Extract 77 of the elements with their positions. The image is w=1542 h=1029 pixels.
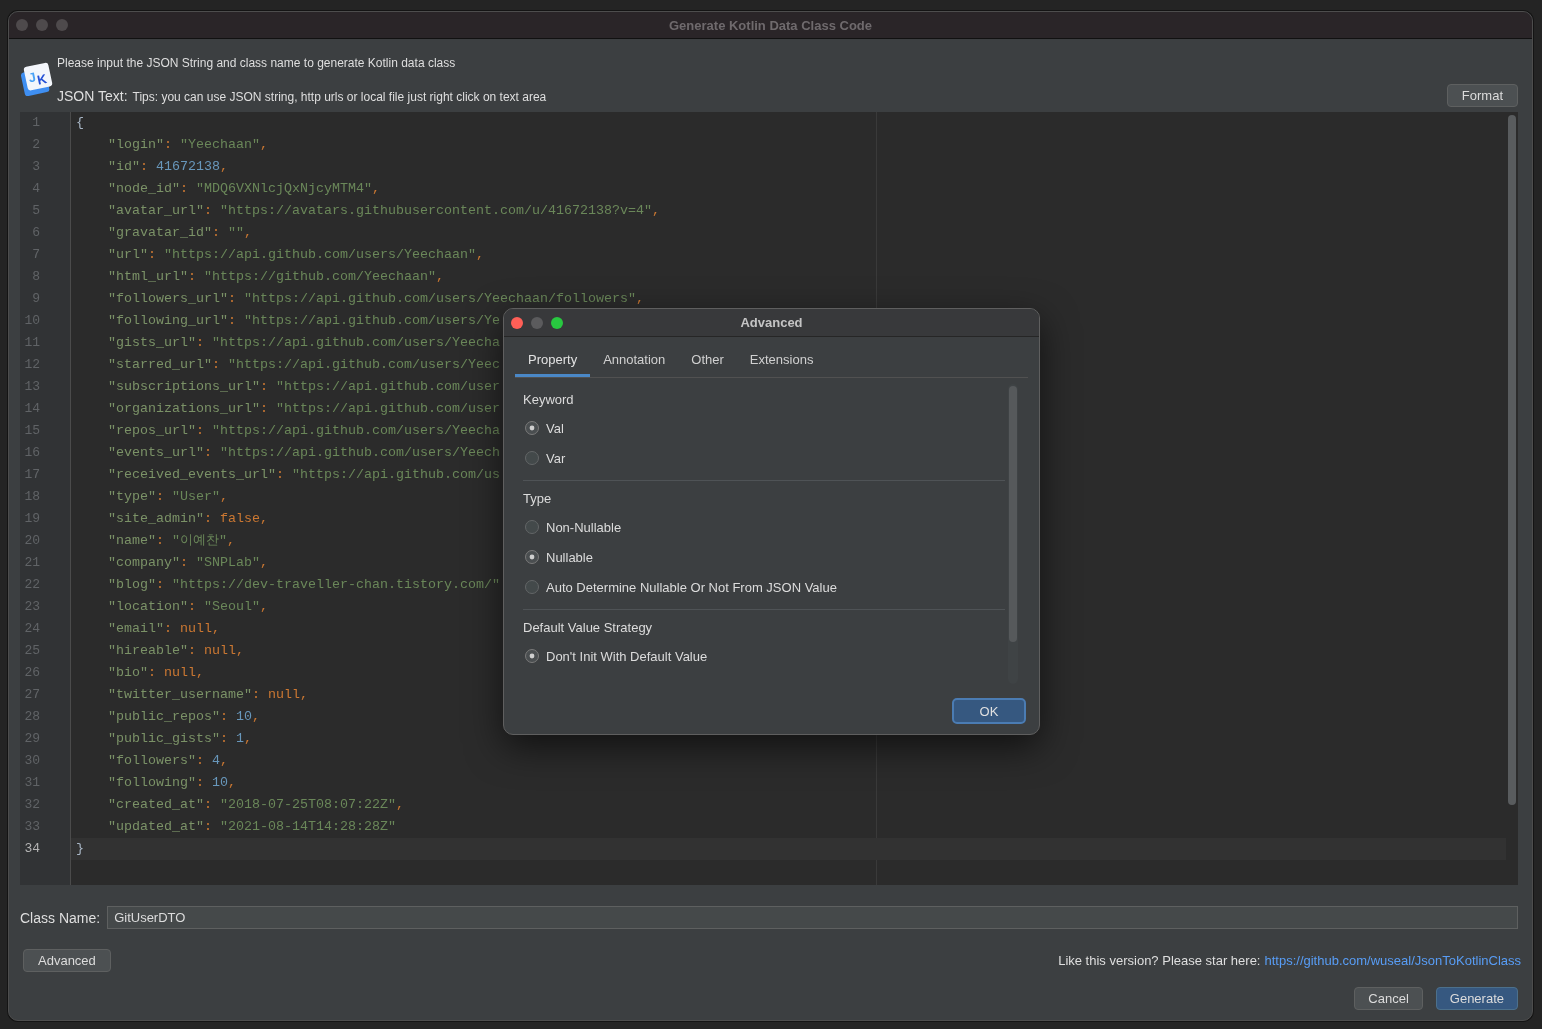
ok-button[interactable]: OK (952, 698, 1026, 724)
code-line: "login": "Yeechaan", (108, 137, 268, 153)
code-line: "following_url": "https://api.github.com/users/Ye (108, 313, 500, 329)
radio-icon[interactable] (525, 451, 539, 465)
code-line: "location": "Seoul", (108, 599, 268, 615)
tab[interactable]: Annotation (590, 341, 679, 377)
code-line: "name": "이예찬", (108, 533, 235, 549)
section-heading: Default Value Strategy (523, 619, 654, 637)
code-line: "url": "https://api.github.com/users/Yeechaan", (108, 247, 484, 263)
radio-option[interactable]: Val (523, 420, 564, 436)
code-line: "gists_url": "https://api.github.com/users/Yeecha (108, 335, 500, 351)
zoom-icon[interactable] (551, 316, 563, 329)
code-line: "html_url": "https://github.com/Yeechaan", (108, 269, 444, 285)
code-line: "repos_url": "https://api.github.com/users/Yeecha (108, 423, 500, 439)
code-line: "email": null, (108, 621, 220, 637)
code-line: "gravatar_id": "", (108, 225, 252, 241)
code-line: "node_id": "MDQ6VXNlcjQxNjcyMTM4", (108, 181, 380, 197)
instruction-text: Please input the JSON String and class name to generate Kotlin data class (57, 56, 457, 70)
radio-option[interactable]: Don't Init With Default Value (523, 648, 708, 664)
radio-option[interactable]: Non-Nullable (523, 519, 622, 535)
app-logo: J K (20, 62, 53, 96)
code-line: } (76, 841, 84, 857)
code-line: "public_gists": 1, (108, 731, 252, 747)
scrollbar-thumb[interactable] (1508, 115, 1516, 805)
dialog-title: Advanced (740, 315, 803, 330)
code-line: "public_repos": 10, (108, 709, 260, 725)
window-title: Generate Kotlin Data Class Code (669, 17, 872, 33)
json-text-label: JSON Text: (57, 88, 128, 104)
code-line: "twitter_username": null, (108, 687, 308, 703)
scrollbar-thumb[interactable] (1009, 386, 1017, 642)
tips-text: Tips: you can use JSON string, http urls or local file just right click on text area (132, 89, 547, 105)
tab[interactable]: Extensions (736, 341, 827, 377)
class-name-label: Class Name: (20, 909, 101, 926)
code-line: { (76, 115, 84, 131)
primary-button[interactable]: Generate (1435, 987, 1518, 1010)
close-icon[interactable] (16, 19, 28, 31)
code-line: "hireable": null, (108, 643, 244, 659)
format-button[interactable]: Format (1446, 84, 1518, 107)
scrollbar-track[interactable] (1008, 384, 1018, 684)
code-line: "bio": null, (108, 665, 204, 681)
minimize-icon[interactable] (36, 19, 48, 31)
close-icon[interactable] (511, 316, 523, 329)
code-line: "blog": "https://dev-traveller-chan.tistory.com/" (108, 577, 500, 593)
class-name-field[interactable]: GitUserDTO (107, 906, 1518, 929)
code-line: "received_events_url": "https://api.github.com/us (108, 467, 500, 483)
code-line: "id": 41672138, (108, 159, 228, 175)
radio-option[interactable]: Auto Determine Nullable Or Not From JSON Value (523, 579, 837, 595)
tab[interactable]: Other (678, 341, 737, 377)
radio-icon[interactable] (525, 580, 539, 594)
advanced-button[interactable]: Advanced (23, 949, 111, 972)
section-heading: Type (523, 490, 553, 508)
tab[interactable]: Property (515, 341, 591, 377)
code-line: "followers_url": "https://api.github.com/users/Yeechaan/followers", (108, 291, 644, 307)
code-line: "starred_url": "https://api.github.com/users/Yeec (108, 357, 500, 373)
radio-icon[interactable] (525, 520, 539, 534)
code-line: "avatar_url": "https://avatars.githubusercontent.com/u/41672138?v=4", (108, 203, 660, 219)
minimize-icon[interactable] (531, 316, 543, 329)
code-line: "organizations_url": "https://api.github.com/user (108, 401, 500, 417)
star-note-text: Like this version? Please star here: (1058, 953, 1261, 968)
code-line: "following": 10, (108, 775, 236, 791)
code-line: "site_admin": false, (108, 511, 268, 527)
section-heading: Keyword (523, 391, 575, 409)
radio-icon[interactable] (525, 550, 539, 564)
line-number: 34 (24, 840, 40, 858)
code-line: "type": "User", (108, 489, 228, 505)
code-line: "followers": 4, (108, 753, 228, 769)
github-link[interactable]: https://github.com/wuseal/JsonToKotlinClass (1264, 953, 1521, 968)
radio-option[interactable]: Var (523, 450, 566, 466)
radio-icon[interactable] (525, 421, 539, 435)
code-line: "created_at": "2018-07-25T08:07:22Z", (108, 797, 404, 813)
radio-icon[interactable] (525, 649, 539, 663)
code-line: "events_url": "https://api.github.com/users/Yeech (108, 445, 500, 461)
code-line: "subscriptions_url": "https://api.github.com/user (108, 379, 500, 395)
code-line: "company": "SNPLab", (108, 555, 268, 571)
secondary-button[interactable]: Cancel (1354, 987, 1423, 1010)
code-line: "updated_at": "2021-08-14T14:28:28Z" (108, 819, 396, 835)
radio-option[interactable]: Nullable (523, 549, 593, 565)
